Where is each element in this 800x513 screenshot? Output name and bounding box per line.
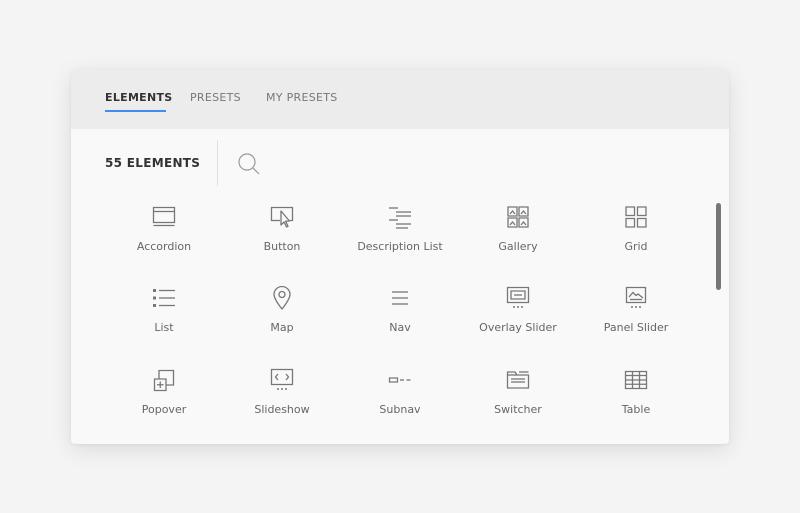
element-label: Overlay Slider	[479, 321, 557, 334]
panel-slider-icon	[624, 286, 648, 310]
element-label: Button	[263, 240, 301, 253]
elements-count: 55 ELEMENTS	[105, 156, 201, 170]
element-accordion[interactable]: Accordion	[105, 205, 223, 277]
tab-elements[interactable]: ELEMENTS	[105, 91, 173, 104]
search-icon[interactable]	[237, 152, 261, 176]
element-map[interactable]: Map	[223, 286, 341, 358]
element-label: Gallery	[498, 240, 538, 253]
slideshow-icon	[270, 368, 294, 392]
switcher-icon	[506, 368, 530, 392]
tab-bar: ELEMENTS PRESETS MY PRESETS	[71, 69, 729, 129]
element-label: Slideshow	[254, 403, 310, 416]
element-label: Nav	[389, 321, 411, 334]
accordion-icon	[152, 205, 176, 229]
description-list-icon	[388, 205, 412, 229]
subnav-icon	[388, 368, 412, 392]
element-label: Switcher	[494, 403, 542, 416]
element-nav[interactable]: Nav	[341, 286, 459, 358]
element-table[interactable]: Table	[577, 368, 695, 440]
popover-icon	[152, 368, 176, 392]
search-input[interactable]	[267, 149, 571, 177]
overlay-slider-icon	[506, 286, 530, 310]
element-slideshow[interactable]: Slideshow	[223, 368, 341, 440]
scrollbar-thumb[interactable]	[716, 203, 721, 290]
tab-my-presets[interactable]: MY PRESETS	[266, 91, 338, 104]
element-label: Accordion	[136, 240, 192, 253]
element-label: Panel Slider	[603, 321, 669, 334]
element-label: Grid	[624, 240, 648, 253]
element-label: List	[154, 321, 174, 334]
element-switcher[interactable]: Switcher	[459, 368, 577, 440]
list-icon	[152, 286, 176, 310]
element-button[interactable]: Button	[223, 205, 341, 277]
nav-icon	[388, 286, 412, 310]
grid-icon	[624, 205, 648, 229]
element-subnav[interactable]: Subnav	[341, 368, 459, 440]
tab-presets[interactable]: PRESETS	[190, 91, 241, 104]
elements-panel: ELEMENTS PRESETS MY PRESETS 55 ELEMENTS …	[71, 69, 729, 444]
gallery-icon	[506, 205, 530, 229]
element-label: Popover	[141, 403, 187, 416]
element-label: Subnav	[379, 403, 421, 416]
element-popover[interactable]: Popover	[105, 368, 223, 440]
element-overlay-slider[interactable]: Overlay Slider	[459, 286, 577, 358]
active-tab-indicator	[105, 110, 166, 112]
header-divider	[217, 140, 218, 186]
table-icon	[624, 368, 648, 392]
element-grid[interactable]: Grid	[577, 205, 695, 277]
button-icon	[270, 205, 294, 229]
element-panel-slider[interactable]: Panel Slider	[577, 286, 695, 358]
element-label: Map	[270, 321, 294, 334]
map-icon	[270, 286, 294, 310]
element-description-list[interactable]: Description List	[341, 205, 459, 277]
element-gallery[interactable]: Gallery	[459, 205, 577, 277]
element-label: Table	[621, 403, 651, 416]
element-label: Description List	[357, 240, 443, 253]
element-list[interactable]: List	[105, 286, 223, 358]
